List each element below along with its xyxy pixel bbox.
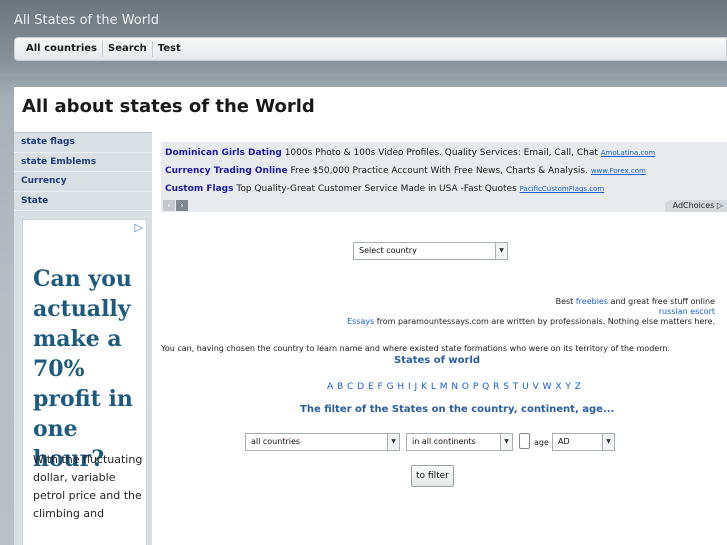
sidebar-item-state-flags[interactable]: state flags [14, 133, 152, 153]
country-select[interactable]: Select country ▼ [353, 242, 508, 260]
divider [0, 74, 727, 75]
ad-text: Top Quality-Great Customer Service Made … [233, 184, 520, 194]
freebies-prefix: Best [555, 297, 576, 306]
nav-test[interactable]: Test [153, 41, 186, 57]
ad-row[interactable]: Custom Flags Top Quality-Great Customer … [165, 184, 604, 194]
filter-button[interactable]: to filter [411, 465, 454, 487]
sidebar-ad[interactable]: ▷ Can you actually make a 70% profit in … [22, 219, 147, 545]
ad-text: Free $50,000 Practice Account With Free … [287, 166, 591, 176]
adchoices-icon[interactable]: ▷ [135, 221, 143, 234]
states-of-world-link[interactable]: States of world [394, 355, 480, 366]
chevron-down-icon: ▼ [500, 434, 512, 450]
adchoices-tab[interactable]: AdChoices ▷ [664, 200, 727, 212]
escort-link[interactable]: russian escort [659, 307, 715, 316]
ad-navigation: ‹ › [163, 200, 188, 211]
age-label: age [534, 438, 549, 447]
country-select-value: Select country [359, 246, 417, 255]
ad-title[interactable]: Currency Trading Online [165, 166, 288, 176]
ad-url[interactable]: www.Forex.com [591, 167, 646, 175]
text-ads: Dominican Girls Dating 1000s Photo & 100… [161, 142, 727, 212]
main-panel: All about states of the World state flag… [14, 87, 727, 545]
countries-select-value: all countries [251, 437, 301, 446]
freebies-link[interactable]: freebies [576, 297, 608, 306]
content: Dominican Girls Dating 1000s Photo & 100… [161, 139, 727, 545]
ad-body: With the fluctuating dollar, variable pe… [33, 453, 143, 520]
sidebar-item-currency[interactable]: Currency [14, 172, 152, 192]
era-select-value: AD [558, 437, 570, 446]
ad-row[interactable]: Dominican Girls Dating 1000s Photo & 100… [165, 148, 655, 158]
top-navigation: All countries Search Test [14, 37, 727, 61]
chevron-down-icon: ▼ [495, 243, 507, 259]
ad-row[interactable]: Currency Trading Online Free $50,000 Pra… [165, 166, 646, 176]
freebies-line: Best freebies and great free stuff onlin… [556, 297, 715, 306]
essays-link[interactable]: Essays [347, 317, 374, 326]
sidebar-item-state[interactable]: State [14, 192, 152, 211]
continents-select[interactable]: in all continents ▼ [406, 433, 513, 451]
ad-title[interactable]: Dominican Girls Dating [165, 148, 282, 158]
essays-suffix: from paramountessays.com are written by … [374, 317, 715, 326]
nav-all-countries[interactable]: All countries [21, 41, 103, 57]
escort-line: russian escort [659, 307, 715, 316]
sidebar-item-state-emblems[interactable]: state Emblems [14, 153, 152, 172]
ad-url[interactable]: AmoLatina.com [601, 149, 656, 157]
countries-select[interactable]: all countries ▼ [245, 433, 400, 451]
continents-select-value: in all continents [412, 437, 476, 446]
essays-line: Essays from paramountessays.com are writ… [347, 317, 715, 326]
sidebar: state flags state Emblems Currency State… [14, 132, 152, 545]
chevron-down-icon: ▼ [387, 434, 399, 450]
ad-headline[interactable]: Can you actually make a 70% profit in on… [33, 264, 146, 474]
ad-text: 1000s Photo & 100s Video Profiles. Quali… [281, 148, 601, 158]
age-checkbox[interactable] [519, 433, 530, 449]
freebies-suffix: and great free stuff online [608, 297, 715, 306]
era-select[interactable]: AD ▼ [552, 433, 615, 451]
filter-heading: The filter of the States on the country,… [300, 404, 615, 415]
nav-search[interactable]: Search [103, 41, 153, 57]
ad-title[interactable]: Custom Flags [165, 184, 233, 194]
chevron-down-icon: ▼ [602, 434, 614, 450]
site-title[interactable]: All States of the World [14, 13, 159, 28]
alphabet-links[interactable]: A B C D E F G H I J K L M N O P Q R S T … [327, 382, 581, 392]
ad-next-button[interactable]: › [176, 200, 188, 211]
intro-text: You can, having chosen the country to le… [161, 344, 670, 353]
ad-prev-button[interactable]: ‹ [163, 200, 175, 211]
page-title: All about states of the World [22, 96, 315, 117]
ad-url[interactable]: PacificCustomFlags.com [520, 185, 605, 193]
